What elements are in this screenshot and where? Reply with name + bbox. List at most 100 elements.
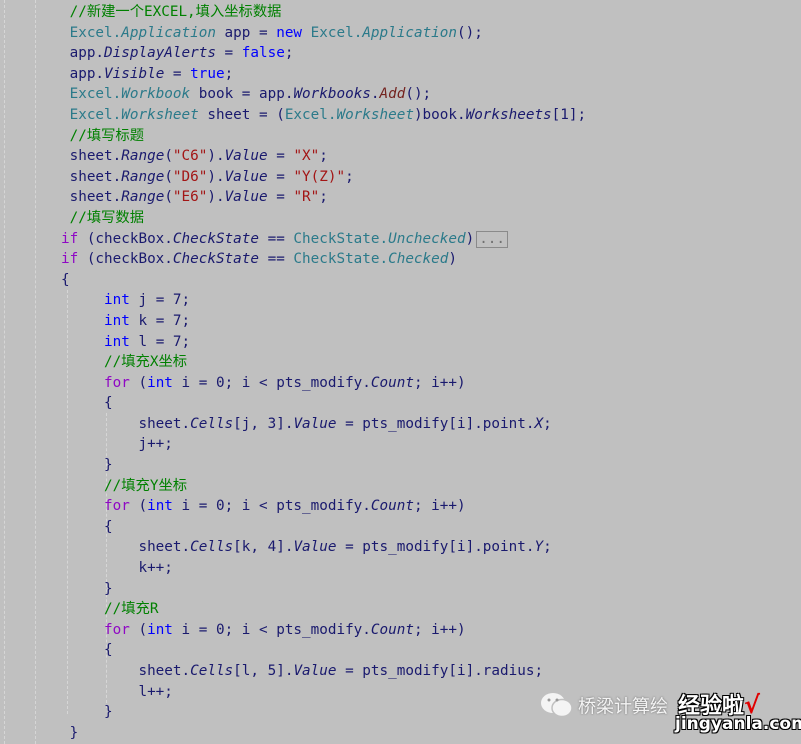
code-token: ( <box>164 148 173 165</box>
code-token: Count <box>370 621 414 638</box>
indent-guide <box>4 0 5 744</box>
code-token: sheet. <box>61 148 122 165</box>
code-token: ( <box>129 621 148 638</box>
code-token: )book. <box>413 106 466 123</box>
code-token: { <box>61 395 113 412</box>
code-token: i = 0; i < pts_modify. <box>172 621 371 638</box>
code-line: if (checkBox.CheckState == CheckState.Un… <box>61 229 586 250</box>
code-token: = <box>164 65 191 82</box>
code-token: ( <box>164 168 173 185</box>
code-line: } <box>61 579 586 600</box>
code-line: if (checkBox.CheckState == CheckState.Ch… <box>61 249 586 270</box>
code-token: Range <box>121 148 165 165</box>
code-line: sheet.Cells[k, 4].Value = pts_modify[i].… <box>61 537 586 558</box>
code-token: "D6" <box>172 168 208 185</box>
code-token: false <box>241 45 285 62</box>
code-token: Value <box>293 539 337 556</box>
code-token: Y <box>534 539 544 556</box>
code-token: (checkBox. <box>78 230 173 247</box>
code-token: [j, 3]. <box>233 415 294 432</box>
watermark-account: 桥梁计算绘 <box>578 696 668 718</box>
code-token: Count <box>370 498 414 515</box>
code-line: int k = 7; <box>61 311 586 332</box>
code-token: [l, 5]. <box>233 663 294 679</box>
code-token: [k, 4]. <box>233 539 294 556</box>
code-token: i = 0; i < pts_modify. <box>172 498 371 515</box>
code-line: //填充X坐标 <box>61 352 586 373</box>
code-token: ; <box>319 189 328 206</box>
code-line: app.Visible = true; <box>61 64 586 85</box>
code-line: app.DisplayAlerts = false; <box>61 43 586 64</box>
code-token: == <box>258 230 294 247</box>
code-token: sheet = ( <box>198 106 285 123</box>
code-token: Cells <box>190 539 234 556</box>
code-line: sheet.Cells[j, 3].Value = pts_modify[i].… <box>61 414 586 435</box>
code-line: { <box>61 517 586 538</box>
code-token: = <box>267 168 294 185</box>
code-line: } <box>61 702 586 723</box>
code-token: Range <box>121 189 165 206</box>
code-token: ; <box>345 168 354 185</box>
code-token: = <box>215 45 242 62</box>
code-token: sheet. <box>61 663 191 679</box>
code-token: Value <box>293 415 337 432</box>
code-token: ( <box>164 189 173 206</box>
code-line: k++; <box>61 558 586 579</box>
code-token: "E6" <box>172 189 208 206</box>
code-token: ) <box>448 251 457 268</box>
code-token: ; <box>319 148 328 165</box>
code-token: ; <box>543 539 552 556</box>
code-token: (); <box>405 86 432 103</box>
code-token: (); <box>457 24 483 41</box>
code-token: ; <box>224 65 234 82</box>
code-comment: //新建一个EXCEL,填入坐标数据 <box>61 4 282 20</box>
code-token: "C6" <box>172 148 208 165</box>
code-token: Excel. <box>61 106 122 123</box>
code-editor[interactable]: //新建一个EXCEL,填入坐标数据 Excel. Application app… <box>61 2 586 743</box>
code-token: = <box>267 148 294 165</box>
code-token: ) <box>465 230 475 247</box>
code-token: k++; <box>61 560 173 577</box>
code-token: CheckState <box>172 251 259 268</box>
code-token: = <box>267 189 294 206</box>
code-line: //新建一个EXCEL,填入坐标数据 <box>61 2 586 23</box>
code-token: int <box>104 333 130 350</box>
wechat-icon <box>540 692 574 723</box>
code-token: } <box>61 724 79 741</box>
code-token: for <box>104 374 130 391</box>
code-token: ; i++) <box>413 621 466 638</box>
code-line: sheet.Range("D6").Value = "Y(Z)"; <box>61 167 586 188</box>
code-token: Worksheet <box>336 106 414 123</box>
code-token: Worksheet <box>121 106 199 123</box>
code-token: int <box>147 498 173 515</box>
code-line: l++; <box>61 682 586 703</box>
code-token: for <box>104 621 130 638</box>
code-token: Value <box>224 168 268 185</box>
code-token: j++; <box>61 436 173 453</box>
code-token: CheckState. <box>293 251 389 268</box>
code-line: } <box>61 455 586 476</box>
code-token: int <box>104 292 130 309</box>
code-line: { <box>61 393 586 414</box>
code-token: ). <box>207 148 225 165</box>
code-token: true <box>190 65 225 82</box>
code-comment: //填写标题 <box>61 127 145 144</box>
code-token: int <box>104 312 130 329</box>
code-token: X <box>534 415 544 432</box>
code-comment: //填充R <box>61 601 159 618</box>
code-line: //填充R <box>61 599 586 620</box>
code-token: sheet. <box>61 189 122 206</box>
code-token: ; <box>543 415 552 432</box>
code-line: { <box>61 640 586 661</box>
collapsed-region-button[interactable]: ... <box>476 230 509 248</box>
code-token: Application <box>362 24 457 41</box>
code-token: sheet. <box>61 168 122 185</box>
code-token: Checked <box>388 251 449 268</box>
code-token: l++; <box>61 683 173 700</box>
code-token: Cells <box>190 415 234 432</box>
code-token: j = 7; <box>129 292 191 309</box>
code-comment: //填充X坐标 <box>61 354 188 371</box>
code-token: == <box>258 251 294 268</box>
